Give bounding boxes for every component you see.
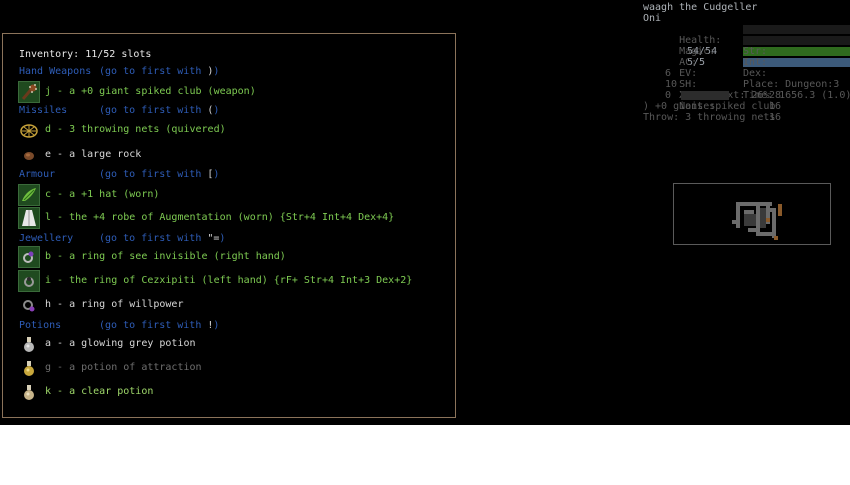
magic-row: Magic: 5/5 bbox=[643, 35, 850, 68]
dex-label: Dex: bbox=[743, 68, 768, 79]
section-title: Missiles bbox=[19, 105, 68, 116]
inventory-item-c[interactable]: c - a +1 hat (worn) bbox=[3, 184, 455, 206]
place: Place: Dungeon:3 bbox=[743, 79, 840, 90]
goto-prefix: (go to first with bbox=[99, 66, 208, 77]
goto-glyph: [ bbox=[207, 169, 214, 180]
item-label: i - the ring of Cezxipiti (left hand) {r… bbox=[45, 275, 413, 286]
net-icon bbox=[19, 120, 39, 140]
section-title: Potions bbox=[19, 320, 62, 331]
goto-glyph: ) bbox=[207, 66, 214, 77]
section-heading-hand-weapons: Hand Weapons (go to first with )) bbox=[19, 66, 219, 77]
item-label: l - the +4 robe of Augmentation (worn) {… bbox=[45, 212, 395, 223]
inventory-item-h[interactable]: h - a ring of willpower bbox=[3, 294, 455, 316]
goto-first-link-jewellery[interactable]: (go to first with "=) bbox=[99, 233, 225, 244]
goto-first-link-hand-weapons[interactable]: (go to first with )) bbox=[99, 66, 219, 77]
item-label: c - a +1 hat (worn) bbox=[45, 189, 160, 200]
goto-prefix: (go to first with bbox=[99, 169, 208, 180]
section-heading-armour: Armour (go to first with [) bbox=[19, 169, 219, 180]
quivered-ammo: Throw: 3 throwing nets bbox=[643, 112, 776, 123]
inventory-item-g[interactable]: g - a potion of attraction bbox=[3, 357, 455, 379]
goto-first-link-potions[interactable]: (go to first with !) bbox=[99, 320, 219, 331]
goto-glyph: ! bbox=[207, 320, 214, 331]
inventory-item-i[interactable]: i - the ring of Cezxipiti (left hand) {r… bbox=[3, 270, 455, 292]
section-heading-missiles: Missiles (go to first with () bbox=[19, 105, 219, 116]
hat-icon bbox=[18, 184, 40, 206]
ring-icon bbox=[18, 270, 40, 292]
character-status-panel: waagh the Cudgeller Oni Health: 54/54 Ma… bbox=[643, 2, 850, 123]
goto-first-link-armour[interactable]: (go to first with [) bbox=[99, 169, 219, 180]
inventory-item-e[interactable]: e - a large rock bbox=[3, 144, 455, 166]
section-heading-jewellery: Jewellery (go to first with "=) bbox=[19, 233, 225, 244]
section-title: Hand Weapons bbox=[19, 66, 92, 77]
goto-glyph: "= bbox=[207, 233, 220, 244]
minimap[interactable] bbox=[673, 183, 831, 245]
goto-prefix: (go to first with bbox=[99, 320, 208, 331]
robe-icon bbox=[18, 207, 40, 229]
health-row: Health: 54/54 bbox=[643, 24, 850, 57]
item-label: e - a large rock bbox=[45, 149, 142, 160]
xl-place-row: XL: 5 Next: 26% Place: Dungeon:3 bbox=[643, 79, 850, 101]
club-icon bbox=[18, 81, 40, 103]
potion-icon bbox=[19, 334, 39, 354]
character-name: waagh the Cudgeller bbox=[643, 2, 758, 13]
item-label: d - 3 throwing nets (quivered) bbox=[45, 124, 226, 135]
goto-first-link-missiles[interactable]: (go to first with () bbox=[99, 105, 219, 116]
inventory-title: Inventory: 11/52 slots bbox=[19, 49, 152, 60]
game-viewport: waagh the Cudgeller Oni Health: 54/54 Ma… bbox=[0, 0, 850, 425]
int-label: Int: bbox=[743, 57, 768, 68]
minimap-drawing bbox=[732, 202, 782, 240]
potion-icon bbox=[19, 382, 39, 402]
inventory-item-a[interactable]: a - a glowing grey potion bbox=[3, 333, 455, 355]
ring-icon bbox=[19, 295, 39, 315]
inventory-window: Inventory: 11/52 slots Hand Weapons (go … bbox=[2, 33, 456, 418]
goto-glyph: ( bbox=[207, 105, 214, 116]
inventory-item-k[interactable]: k - a clear potion bbox=[3, 381, 455, 403]
item-label: j - a +0 giant spiked club (weapon) bbox=[45, 86, 256, 97]
item-label: b - a ring of see invisible (right hand) bbox=[45, 251, 286, 262]
magic-bar bbox=[743, 36, 850, 67]
inventory-item-b[interactable]: b - a ring of see invisible (right hand) bbox=[3, 246, 455, 268]
ac-str-row: AC: 6 Str: 28 bbox=[643, 46, 850, 101]
noise-time-row: Noise: Time: 1656.3 (1.0) bbox=[643, 90, 850, 112]
inventory-item-j[interactable]: j - a +0 giant spiked club (weapon) bbox=[3, 81, 455, 103]
character-species: Oni bbox=[643, 13, 662, 24]
inventory-item-d[interactable]: d - 3 throwing nets (quivered) bbox=[3, 119, 455, 141]
wielded-weapon: ) +0 giant spiked club bbox=[643, 101, 776, 112]
noise-bar bbox=[681, 91, 729, 100]
ring-icon bbox=[18, 246, 40, 268]
section-title: Armour bbox=[19, 169, 56, 180]
rock-icon bbox=[19, 145, 39, 165]
sh-dex-row: SH: 0 Dex: 16 bbox=[643, 68, 850, 123]
ev-int-row: EV: 10 Int: 16 bbox=[643, 57, 850, 112]
potion-icon bbox=[19, 358, 39, 378]
section-heading-potions: Potions (go to first with !) bbox=[19, 320, 219, 331]
goto-prefix: (go to first with bbox=[99, 233, 208, 244]
item-label: g - a potion of attraction bbox=[45, 362, 202, 373]
goto-prefix: (go to first with bbox=[99, 105, 208, 116]
item-label: h - a ring of willpower bbox=[45, 299, 184, 310]
str-label: Str: bbox=[743, 46, 768, 57]
game-time: Time: 1656.3 (1.0) bbox=[743, 90, 850, 101]
item-label: a - a glowing grey potion bbox=[45, 338, 196, 349]
item-label: k - a clear potion bbox=[45, 386, 154, 397]
health-bar bbox=[743, 25, 850, 56]
section-title: Jewellery bbox=[19, 233, 74, 244]
inventory-item-l[interactable]: l - the +4 robe of Augmentation (worn) {… bbox=[3, 207, 455, 229]
